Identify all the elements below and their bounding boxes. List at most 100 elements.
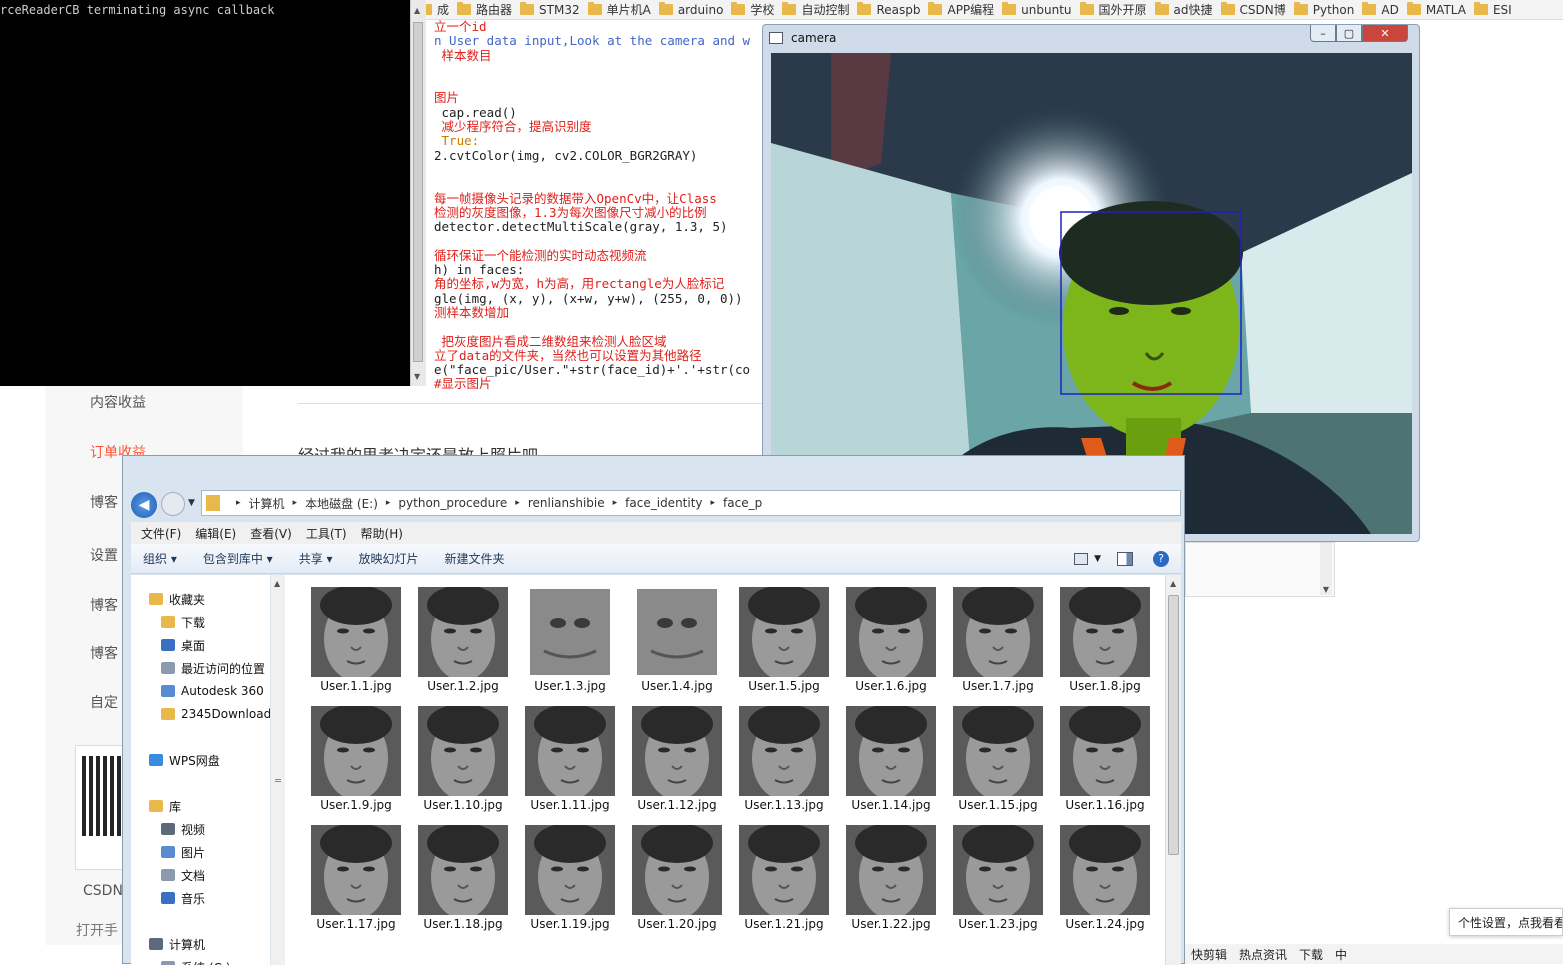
nav-item[interactable]: Autodesk 360: [161, 681, 264, 701]
menu-item[interactable]: 帮助(H): [361, 525, 403, 542]
breadcrumb-separator-icon[interactable]: ▸: [293, 498, 298, 508]
breadcrumb-item[interactable]: renlianshibie: [528, 496, 605, 510]
bookmark-item[interactable]: 单片机A: [587, 1, 651, 18]
file-item[interactable]: User.1.7.jpg: [945, 575, 1051, 693]
file-item[interactable]: User.1.4.jpg: [624, 575, 730, 693]
breadcrumb-separator-icon[interactable]: ▸: [515, 498, 520, 508]
file-item[interactable]: User.1.2.jpg: [410, 575, 516, 693]
history-dropdown[interactable]: ▼: [188, 498, 195, 508]
tray-item[interactable]: 中: [1335, 946, 1347, 963]
file-item[interactable]: User.1.11.jpg: [517, 694, 623, 812]
menu-item[interactable]: 工具(T): [306, 525, 347, 542]
breadcrumb-separator-icon[interactable]: ▸: [236, 498, 241, 508]
file-item[interactable]: User.1.12.jpg: [624, 694, 730, 812]
breadcrumb-item[interactable]: face_p: [723, 496, 762, 510]
view-dropdown-icon[interactable]: ▼: [1094, 554, 1101, 564]
toolbar-button[interactable]: 共享 ▾: [299, 550, 333, 567]
bookmark-item[interactable]: STM32: [520, 2, 580, 17]
address-bar[interactable]: ▸ 计算机 ▸ 本地磁盘 (E:) ▸ python_procedure ▸ renlians…: [201, 490, 1181, 516]
breadcrumb-item[interactable]: 计算机: [249, 495, 285, 512]
help-icon[interactable]: ?: [1153, 550, 1169, 567]
file-item[interactable]: User.1.6.jpg: [838, 575, 944, 693]
bookmark-item[interactable]: 自动控制: [782, 1, 849, 18]
tray-item[interactable]: 热点资讯: [1239, 946, 1287, 963]
menu-item[interactable]: 查看(V): [250, 525, 292, 542]
view-options-icon[interactable]: [1074, 552, 1089, 565]
file-item[interactable]: User.1.1.jpg: [303, 575, 409, 693]
file-item[interactable]: User.1.13.jpg: [731, 694, 837, 812]
qr-code: [75, 745, 125, 870]
nav-item[interactable]: 文档: [161, 865, 205, 885]
bookmark-item[interactable]: unbuntu: [1002, 2, 1072, 17]
toolbar-button[interactable]: 包含到库中 ▾: [203, 550, 273, 567]
bookmark-item[interactable]: ESI: [1473, 2, 1512, 17]
toolbar-button[interactable]: 组织 ▾: [143, 550, 177, 567]
file-item[interactable]: User.1.22.jpg: [838, 813, 944, 931]
bookmark-item[interactable]: 国外开原: [1079, 1, 1147, 18]
file-name: User.1.9.jpg: [320, 798, 392, 812]
close-button[interactable]: ✕: [1362, 25, 1408, 42]
bookmark-item[interactable]: arduino: [658, 2, 723, 17]
bookmark-item[interactable]: APP编程: [928, 1, 994, 18]
toolbar-button[interactable]: 放映幻灯片: [359, 550, 419, 567]
bookmark-item[interactable]: CSDN博: [1220, 1, 1286, 18]
nav-scrollbar[interactable]: ▲: [271, 575, 285, 965]
file-item[interactable]: User.1.20.jpg: [624, 813, 730, 931]
breadcrumb-item[interactable]: face_identity: [625, 496, 702, 510]
file-item[interactable]: User.1.17.jpg: [303, 813, 409, 931]
bookmark-item[interactable]: AD: [1362, 2, 1399, 17]
minimize-button[interactable]: –: [1310, 25, 1336, 42]
breadcrumb-separator-icon[interactable]: ▸: [711, 498, 716, 508]
camera-titlebar[interactable]: camera: [769, 27, 836, 49]
file-item[interactable]: User.1.3.jpg: [517, 575, 623, 693]
file-item[interactable]: User.1.8.jpg: [1052, 575, 1158, 693]
file-item[interactable]: User.1.14.jpg: [838, 694, 944, 812]
file-item[interactable]: User.1.16.jpg: [1052, 694, 1158, 812]
file-item[interactable]: User.1.10.jpg: [410, 694, 516, 812]
breadcrumb-item[interactable]: python_procedure: [398, 496, 507, 510]
preview-pane-icon[interactable]: [1117, 551, 1133, 566]
file-item[interactable]: User.1.23.jpg: [945, 813, 1051, 931]
nav-item[interactable]: 桌面: [161, 635, 205, 655]
nav-item[interactable]: 收藏夹: [149, 589, 205, 609]
nav-item[interactable]: 2345Downloads: [161, 704, 270, 724]
bookmark-item[interactable]: MATLA: [1406, 2, 1466, 17]
file-scrollbar[interactable]: ▲: [1165, 575, 1181, 965]
back-button[interactable]: ◀: [131, 492, 157, 518]
nav-item[interactable]: 最近访问的位置: [161, 658, 265, 678]
nav-item[interactable]: 图片: [161, 842, 205, 862]
file-item[interactable]: User.1.21.jpg: [731, 813, 837, 931]
forward-button[interactable]: [161, 492, 185, 516]
bookmark-item[interactable]: 学校: [731, 1, 774, 18]
breadcrumb-item[interactable]: 本地磁盘 (E:): [305, 495, 378, 512]
cloud-icon: [161, 685, 175, 697]
nav-item[interactable]: 计算机: [149, 934, 205, 954]
file-item[interactable]: User.1.15.jpg: [945, 694, 1051, 812]
toolbar-button[interactable]: 新建文件夹: [445, 550, 505, 567]
file-item[interactable]: User.1.5.jpg: [731, 575, 837, 693]
menu-item[interactable]: 文件(F): [141, 525, 181, 542]
console-scrollbar[interactable]: ▲ ▼: [410, 0, 426, 386]
maximize-button[interactable]: ▢: [1336, 25, 1362, 42]
breadcrumb-separator-icon[interactable]: ▸: [386, 498, 391, 508]
file-item[interactable]: User.1.9.jpg: [303, 694, 409, 812]
bookmark-item[interactable]: ad快捷: [1154, 1, 1213, 18]
file-item[interactable]: User.1.24.jpg: [1052, 813, 1158, 931]
file-item[interactable]: User.1.19.jpg: [517, 813, 623, 931]
nav-item[interactable]: WPS网盘: [149, 750, 220, 770]
tray-item[interactable]: 下载: [1299, 946, 1323, 963]
bookmark-item[interactable]: Python: [1293, 2, 1354, 17]
file-name: User.1.21.jpg: [744, 917, 824, 931]
nav-item[interactable]: 库: [149, 796, 181, 816]
bookmark-item[interactable]: 路由器: [457, 1, 512, 18]
nav-item[interactable]: 音乐: [161, 888, 205, 908]
menu-item[interactable]: 编辑(E): [195, 525, 236, 542]
bookmark-item[interactable]: Reaspb: [857, 2, 920, 17]
nav-item[interactable]: 下载: [161, 612, 205, 632]
tray-item[interactable]: 快剪辑: [1191, 946, 1227, 963]
nav-item[interactable]: 视频: [161, 819, 205, 839]
file-item[interactable]: User.1.18.jpg: [410, 813, 516, 931]
breadcrumb-separator-icon[interactable]: ▸: [613, 498, 618, 508]
file-explorer-window[interactable]: ◀ ▼ ▸ 计算机 ▸ 本地磁盘 (E:) ▸ python_procedure ▸ renl…: [122, 455, 1185, 965]
